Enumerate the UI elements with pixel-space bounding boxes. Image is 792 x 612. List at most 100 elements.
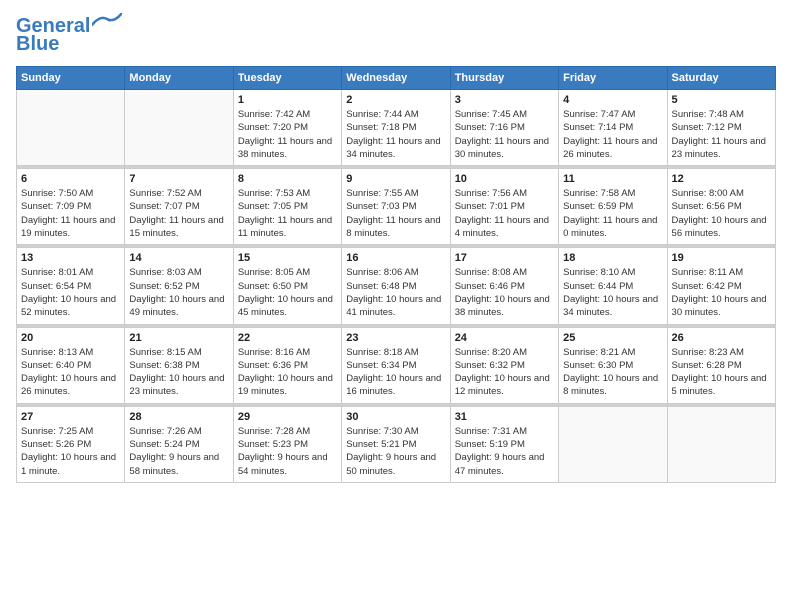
day-number: 28 xyxy=(129,411,228,423)
day-info: Sunrise: 7:25 AM Sunset: 5:26 PM Dayligh… xyxy=(21,425,120,478)
day-info: Sunrise: 8:01 AM Sunset: 6:54 PM Dayligh… xyxy=(21,266,120,319)
day-info: Sunrise: 7:31 AM Sunset: 5:19 PM Dayligh… xyxy=(455,425,554,478)
day-number: 19 xyxy=(672,252,771,264)
calendar-cell: 27 Sunrise: 7:25 AM Sunset: 5:26 PM Dayli… xyxy=(17,406,125,482)
calendar-cell: 28Sunrise: 7:26 AM Sunset: 5:24 PM Dayli… xyxy=(125,406,233,482)
day-number: 30 xyxy=(346,411,445,423)
day-number: 2 xyxy=(346,94,445,106)
day-info: Sunrise: 8:10 AM Sunset: 6:44 PM Dayligh… xyxy=(563,266,662,319)
day-number: 5 xyxy=(672,94,771,106)
day-info: Sunrise: 8:06 AM Sunset: 6:48 PM Dayligh… xyxy=(346,266,445,319)
calendar-cell xyxy=(559,406,667,482)
logo-blue: Blue xyxy=(16,34,59,54)
calendar-cell: 14Sunrise: 8:03 AM Sunset: 6:52 PM Dayli… xyxy=(125,248,233,324)
day-info: Sunrise: 8:05 AM Sunset: 6:50 PM Dayligh… xyxy=(238,266,337,319)
day-info: Sunrise: 7:28 AM Sunset: 5:23 PM Dayligh… xyxy=(238,425,337,478)
calendar-cell: 31 Sunrise: 7:31 AM Sunset: 5:19 PM Dayli… xyxy=(450,406,558,482)
day-number: 16 xyxy=(346,252,445,264)
day-info: Sunrise: 8:13 AM Sunset: 6:40 PM Dayligh… xyxy=(21,346,120,399)
calendar-cell: 2Sunrise: 7:44 AM Sunset: 7:18 PM Daylig… xyxy=(342,90,450,166)
calendar-cell: 9 Sunrise: 7:55 AM Sunset: 7:03 PM Daylig… xyxy=(342,169,450,245)
calendar-header-row: SundayMondayTuesdayWednesdayThursdayFrid… xyxy=(17,67,776,90)
calendar-week-row: 20 Sunrise: 8:13 AM Sunset: 6:40 PM Dayli… xyxy=(17,327,776,403)
day-number: 25 xyxy=(563,332,662,344)
calendar-cell: 29Sunrise: 7:28 AM Sunset: 5:23 PM Dayli… xyxy=(233,406,341,482)
calendar-cell: 3 Sunrise: 7:45 AM Sunset: 7:16 PM Daylig… xyxy=(450,90,558,166)
calendar-cell: 1 Sunrise: 7:42 AM Sunset: 7:20 PM Daylig… xyxy=(233,90,341,166)
calendar-cell: 4 Sunrise: 7:47 AM Sunset: 7:14 PM Daylig… xyxy=(559,90,667,166)
day-info: Sunrise: 8:23 AM Sunset: 6:28 PM Dayligh… xyxy=(672,346,771,399)
day-number: 15 xyxy=(238,252,337,264)
day-number: 4 xyxy=(563,94,662,106)
calendar-cell xyxy=(667,406,775,482)
column-header-wednesday: Wednesday xyxy=(342,67,450,90)
day-number: 10 xyxy=(455,173,554,185)
calendar-cell xyxy=(125,90,233,166)
calendar-week-row: 6 Sunrise: 7:50 AM Sunset: 7:09 PM Daylig… xyxy=(17,169,776,245)
day-info: Sunrise: 8:15 AM Sunset: 6:38 PM Dayligh… xyxy=(129,346,228,399)
day-number: 20 xyxy=(21,332,120,344)
day-info: Sunrise: 7:50 AM Sunset: 7:09 PM Dayligh… xyxy=(21,187,120,240)
day-number: 18 xyxy=(563,252,662,264)
day-number: 27 xyxy=(21,411,120,423)
day-info: Sunrise: 8:18 AM Sunset: 6:34 PM Dayligh… xyxy=(346,346,445,399)
calendar-cell: 18 Sunrise: 8:10 AM Sunset: 6:44 PM Dayli… xyxy=(559,248,667,324)
day-info: Sunrise: 8:21 AM Sunset: 6:30 PM Dayligh… xyxy=(563,346,662,399)
day-info: Sunrise: 8:20 AM Sunset: 6:32 PM Dayligh… xyxy=(455,346,554,399)
calendar-cell: 11 Sunrise: 7:58 AM Sunset: 6:59 PM Dayli… xyxy=(559,169,667,245)
day-info: Sunrise: 7:58 AM Sunset: 6:59 PM Dayligh… xyxy=(563,187,662,240)
column-header-tuesday: Tuesday xyxy=(233,67,341,90)
day-info: Sunrise: 7:42 AM Sunset: 7:20 PM Dayligh… xyxy=(238,108,337,161)
day-number: 3 xyxy=(455,94,554,106)
day-info: Sunrise: 8:03 AM Sunset: 6:52 PM Dayligh… xyxy=(129,266,228,319)
day-number: 7 xyxy=(129,173,228,185)
calendar-cell: 5 Sunrise: 7:48 AM Sunset: 7:12 PM Daylig… xyxy=(667,90,775,166)
day-info: Sunrise: 8:16 AM Sunset: 6:36 PM Dayligh… xyxy=(238,346,337,399)
day-number: 13 xyxy=(21,252,120,264)
day-info: Sunrise: 7:47 AM Sunset: 7:14 PM Dayligh… xyxy=(563,108,662,161)
calendar-cell: 24 Sunrise: 8:20 AM Sunset: 6:32 PM Dayli… xyxy=(450,327,558,403)
calendar-week-row: 1 Sunrise: 7:42 AM Sunset: 7:20 PM Daylig… xyxy=(17,90,776,166)
day-number: 11 xyxy=(563,173,662,185)
logo: General Blue xyxy=(16,16,122,54)
day-info: Sunrise: 7:48 AM Sunset: 7:12 PM Dayligh… xyxy=(672,108,771,161)
day-info: Sunrise: 7:55 AM Sunset: 7:03 PM Dayligh… xyxy=(346,187,445,240)
calendar-cell: 22Sunrise: 8:16 AM Sunset: 6:36 PM Dayli… xyxy=(233,327,341,403)
day-number: 9 xyxy=(346,173,445,185)
day-number: 17 xyxy=(455,252,554,264)
calendar-week-row: 13 Sunrise: 8:01 AM Sunset: 6:54 PM Dayli… xyxy=(17,248,776,324)
calendar-cell: 13 Sunrise: 8:01 AM Sunset: 6:54 PM Dayli… xyxy=(17,248,125,324)
calendar-cell: 16 Sunrise: 8:06 AM Sunset: 6:48 PM Dayli… xyxy=(342,248,450,324)
calendar-cell: 8Sunrise: 7:53 AM Sunset: 7:05 PM Daylig… xyxy=(233,169,341,245)
calendar-cell: 15 Sunrise: 8:05 AM Sunset: 6:50 PM Dayli… xyxy=(233,248,341,324)
day-number: 1 xyxy=(238,94,337,106)
day-number: 31 xyxy=(455,411,554,423)
calendar-cell: 12Sunrise: 8:00 AM Sunset: 6:56 PM Dayli… xyxy=(667,169,775,245)
day-info: Sunrise: 7:56 AM Sunset: 7:01 PM Dayligh… xyxy=(455,187,554,240)
day-number: 21 xyxy=(129,332,228,344)
day-info: Sunrise: 7:30 AM Sunset: 5:21 PM Dayligh… xyxy=(346,425,445,478)
calendar-cell: 19 Sunrise: 8:11 AM Sunset: 6:42 PM Dayli… xyxy=(667,248,775,324)
calendar-cell: 25 Sunrise: 8:21 AM Sunset: 6:30 PM Dayli… xyxy=(559,327,667,403)
calendar-cell: 6 Sunrise: 7:50 AM Sunset: 7:09 PM Daylig… xyxy=(17,169,125,245)
calendar-cell xyxy=(17,90,125,166)
calendar-cell: 7 Sunrise: 7:52 AM Sunset: 7:07 PM Daylig… xyxy=(125,169,233,245)
day-number: 12 xyxy=(672,173,771,185)
day-number: 8 xyxy=(238,173,337,185)
calendar-week-row: 27 Sunrise: 7:25 AM Sunset: 5:26 PM Dayli… xyxy=(17,406,776,482)
day-number: 6 xyxy=(21,173,120,185)
page-header: General Blue xyxy=(16,16,776,54)
day-number: 23 xyxy=(346,332,445,344)
calendar-cell: 10 Sunrise: 7:56 AM Sunset: 7:01 PM Dayli… xyxy=(450,169,558,245)
calendar-cell: 20 Sunrise: 8:13 AM Sunset: 6:40 PM Dayli… xyxy=(17,327,125,403)
day-info: Sunrise: 7:52 AM Sunset: 7:07 PM Dayligh… xyxy=(129,187,228,240)
day-number: 24 xyxy=(455,332,554,344)
day-info: Sunrise: 8:11 AM Sunset: 6:42 PM Dayligh… xyxy=(672,266,771,319)
day-number: 26 xyxy=(672,332,771,344)
calendar-cell: 23 Sunrise: 8:18 AM Sunset: 6:34 PM Dayli… xyxy=(342,327,450,403)
day-info: Sunrise: 8:08 AM Sunset: 6:46 PM Dayligh… xyxy=(455,266,554,319)
day-info: Sunrise: 7:45 AM Sunset: 7:16 PM Dayligh… xyxy=(455,108,554,161)
column-header-friday: Friday xyxy=(559,67,667,90)
calendar-cell: 21 Sunrise: 8:15 AM Sunset: 6:38 PM Dayli… xyxy=(125,327,233,403)
column-header-saturday: Saturday xyxy=(667,67,775,90)
